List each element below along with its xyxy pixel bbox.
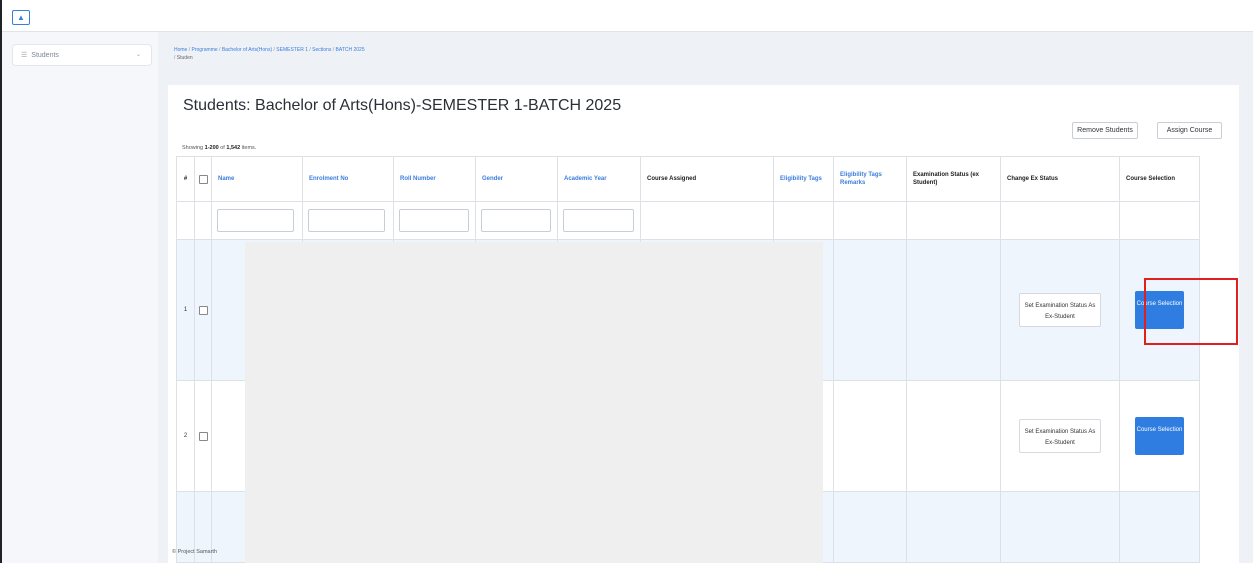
row-number: 1 [176, 239, 195, 381]
col-exam-status: Examination Status (ex Student) [906, 156, 1001, 202]
col-eligibility-remarks[interactable]: Eligibility Tags Remarks [833, 156, 907, 202]
col-eligibility-tags[interactable]: Eligibility Tags [773, 156, 834, 202]
gender-filter-input[interactable] [481, 209, 551, 232]
sidebar-item-students[interactable]: ☰ Students ⌄ [12, 44, 152, 66]
redacted-region [245, 242, 823, 563]
col-number: # [176, 156, 195, 202]
filter-row [176, 201, 1200, 240]
row-checkbox[interactable] [194, 239, 212, 381]
name-filter-input[interactable] [217, 209, 295, 232]
col-change-ex-status: Change Ex Status [1000, 156, 1120, 202]
breadcrumb-current: Studen [176, 55, 193, 61]
col-gender[interactable]: Gender [475, 156, 558, 202]
sidebar-item-label: Students [31, 51, 59, 59]
home-icon[interactable]: ▲ [12, 10, 30, 25]
select-all-checkbox[interactable] [194, 156, 212, 202]
breadcrumb-semester[interactable]: SEMESTER 1 [276, 47, 308, 53]
course-selection-button[interactable]: Course Selection [1135, 417, 1184, 455]
year-filter-input[interactable] [563, 209, 634, 232]
table-header: # Name Enrolment No Roll Number Gender A… [176, 156, 1200, 202]
roll-filter-input[interactable] [399, 209, 469, 232]
breadcrumb-degree[interactable]: Bachelor of Arts(Hons) [222, 47, 272, 53]
footer-text: © Project Samarth [172, 549, 218, 555]
row-checkbox[interactable] [194, 380, 212, 492]
remove-students-button[interactable]: Remove Students [1072, 122, 1138, 139]
page-title: Students: Bachelor of Arts(Hons)-SEMESTE… [183, 97, 622, 114]
col-course-selection: Course Selection [1119, 156, 1200, 202]
items-summary: Showing 1-200 of 1,542 items. [182, 145, 257, 151]
breadcrumb-batch[interactable]: BATCH 2025 [336, 47, 365, 53]
breadcrumb-sections[interactable]: Sections [312, 47, 331, 53]
chevron-down-icon: ⌄ [135, 52, 141, 58]
breadcrumb-programme[interactable]: Programme [192, 47, 218, 53]
assign-course-button[interactable]: Assign Course [1157, 122, 1222, 139]
col-academic-year[interactable]: Academic Year [557, 156, 641, 202]
set-ex-student-button[interactable]: Set Examination Status As Ex-Student [1019, 293, 1101, 327]
sidebar: ☰ Students ⌄ [2, 32, 158, 563]
set-ex-student-button[interactable]: Set Examination Status As Ex-Student [1019, 419, 1101, 453]
col-name[interactable]: Name [211, 156, 303, 202]
enrolment-filter-input[interactable] [308, 209, 386, 232]
breadcrumb: Home / Programme / Bachelor of Arts(Hons… [174, 47, 365, 61]
highlight-box [1144, 278, 1238, 345]
row-number: 2 [176, 380, 195, 492]
col-enrolment[interactable]: Enrolment No [302, 156, 394, 202]
top-bar: ▲ [2, 0, 1253, 32]
students-icon: ☰ [21, 52, 28, 59]
col-roll-number[interactable]: Roll Number [393, 156, 476, 202]
breadcrumb-home[interactable]: Home [174, 47, 187, 53]
col-course-assigned: Course Assigned [640, 156, 774, 202]
